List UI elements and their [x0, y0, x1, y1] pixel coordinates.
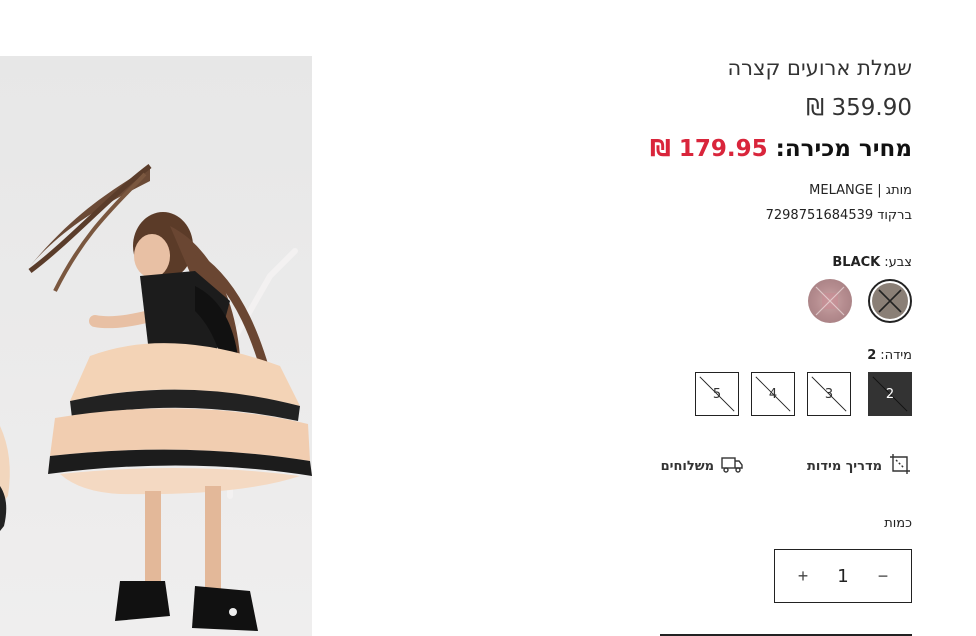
shipping-link[interactable]: משלוחים: [661, 454, 744, 478]
unavailable-cross-icon: [808, 279, 852, 323]
product-info: שמלת ארועים קצרה 359.90 ₪ מחיר מכירה: 17…: [600, 0, 912, 636]
sale-price-label: מחיר מכירה:: [775, 136, 912, 162]
sale-price-row: מחיר מכירה: 179.95 ₪: [650, 136, 912, 162]
increase-quantity-button[interactable]: +: [793, 566, 813, 586]
product-image[interactable]: [0, 56, 312, 636]
swatch-fill: [872, 283, 908, 319]
size-option-label: מידה:2: [867, 348, 912, 363]
swatch-fill: [808, 279, 852, 323]
quantity-label: כמות: [884, 516, 912, 531]
barcode-label: ברקוד: [877, 208, 912, 223]
original-price: 359.90 ₪: [806, 95, 912, 121]
color-swatch-black[interactable]: [868, 279, 912, 323]
product-title: שמלת ארועים קצרה: [727, 56, 912, 80]
size-option-5[interactable]: 5: [695, 372, 739, 416]
barcode-value: 7298751684539: [765, 208, 874, 223]
size-option-4[interactable]: 4: [751, 372, 795, 416]
color-label: צבע:: [884, 255, 912, 270]
barcode-info: ברקוד 7298751684539: [766, 208, 912, 223]
quantity-stepper: + 1 −: [774, 549, 912, 603]
size-guide-label: מדריך מידות: [807, 458, 882, 474]
decrease-quantity-button[interactable]: −: [873, 566, 893, 586]
brand-label: מותג |: [877, 183, 912, 198]
size-option-3[interactable]: 3: [807, 372, 851, 416]
size-option-label: 5: [712, 386, 722, 402]
color-option-label: צבע:BLACK: [832, 255, 912, 270]
size-option-label: 2: [885, 386, 895, 402]
color-swatch-pink[interactable]: [808, 279, 852, 323]
size-selected-value: 2: [867, 348, 877, 363]
sale-price: 179.95 ₪: [650, 136, 768, 162]
size-option-label: 3: [824, 386, 834, 402]
size-guide-link[interactable]: מדריך מידות: [807, 454, 912, 478]
size-option-label: 4: [768, 386, 778, 402]
color-selected-value: BLACK: [832, 255, 881, 270]
size-label: מידה:: [880, 348, 912, 363]
truck-icon: [720, 452, 744, 480]
shipping-label: משלוחים: [660, 458, 714, 474]
product-photo-illustration: [0, 56, 312, 636]
brand-info: מותג | MELANGE: [809, 183, 912, 198]
size-option-2[interactable]: 2: [868, 372, 912, 416]
quantity-value[interactable]: 1: [837, 566, 848, 587]
ruler-crop-icon: [888, 452, 912, 480]
brand-name: MELANGE: [809, 183, 874, 198]
unavailable-cross-icon: [872, 283, 908, 319]
